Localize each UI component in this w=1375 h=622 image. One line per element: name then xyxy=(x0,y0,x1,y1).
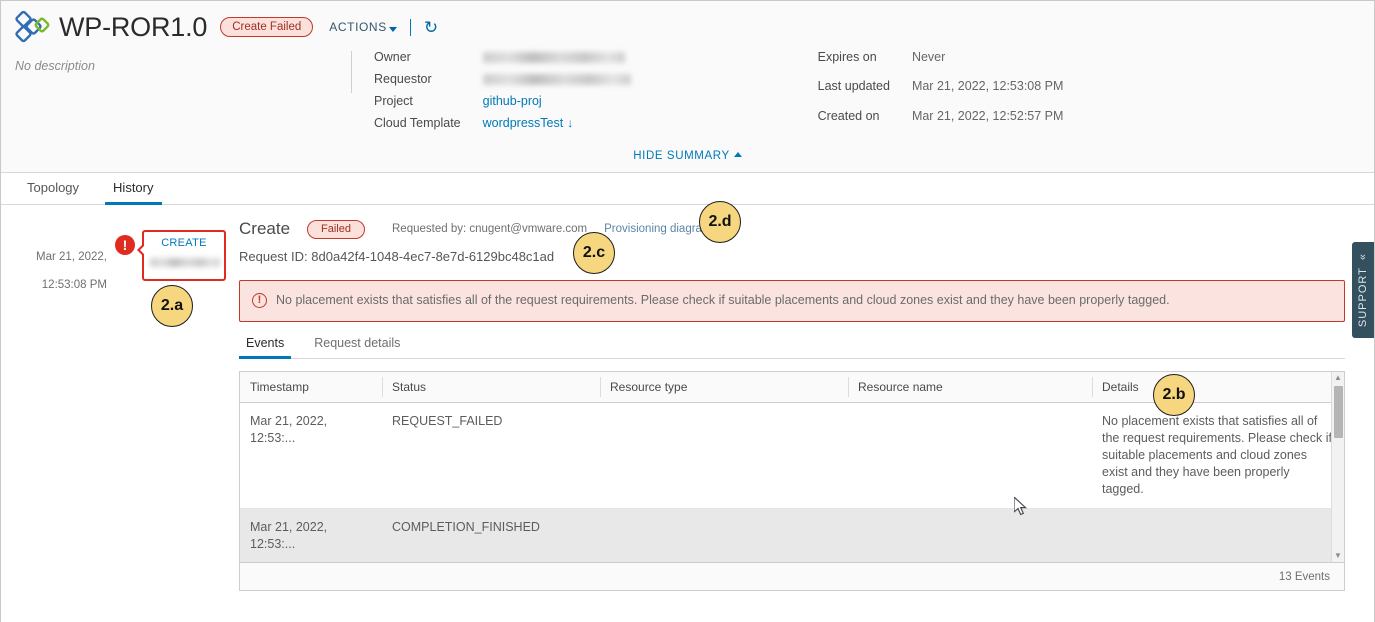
table-row[interactable]: Mar 21, 2022, 12:53:... REQUEST_FAILED N… xyxy=(240,402,1344,509)
meta-key-created-on: Created on xyxy=(817,108,880,123)
cell-timestamp: Mar 21, 2022, 12:53:... xyxy=(240,402,382,509)
request-detail-header: Create Failed Requested by: cnugent@vmwa… xyxy=(239,219,1362,239)
timeline-timestamp: Mar 21, 2022, 12:53:08 PM xyxy=(21,227,107,292)
timeline-entry[interactable]: Mar 21, 2022, 12:53:08 PM ! CREATE xyxy=(1,227,239,292)
request-detail-panel: Create Failed Requested by: cnugent@vmwa… xyxy=(239,205,1374,622)
meta-divider xyxy=(351,51,352,93)
meta-key-project: Project xyxy=(374,94,413,108)
callout-2a: 2.a xyxy=(151,285,193,327)
request-title: Create xyxy=(239,219,291,238)
support-tab[interactable]: SUPPORT « xyxy=(1352,242,1374,338)
timeline-panel: Mar 21, 2022, 12:53:08 PM ! CREATE xyxy=(1,205,239,622)
timeline-timestamp-line1: Mar 21, 2022, xyxy=(36,251,107,263)
meta-key-last-updated: Last updated xyxy=(817,79,890,94)
table-footer: 13 Events xyxy=(240,562,1344,590)
title-row: WP-ROR1.0 Create Failed ACTIONS ↻ xyxy=(1,1,1374,45)
tab-history[interactable]: History xyxy=(105,180,162,205)
chevron-down-icon xyxy=(388,27,397,32)
error-circle-icon: ! xyxy=(252,293,267,308)
description-text: No description xyxy=(15,59,95,73)
meta-value-expires-on: Never xyxy=(911,50,946,64)
callout-2c: 2.c xyxy=(573,232,615,274)
cell-timestamp: Mar 21, 2022, 12:53:... xyxy=(240,508,382,562)
summary-meta: No description Owner Requestor Project g… xyxy=(1,49,1374,131)
main-tab-bar: Topology History xyxy=(1,173,1374,205)
timeline-create-card[interactable]: CREATE xyxy=(137,230,226,281)
tab-request-details[interactable]: Request details xyxy=(307,336,407,359)
cell-details xyxy=(1092,508,1344,562)
cell-status: COMPLETION_FINISHED xyxy=(382,508,600,562)
actions-menu-button[interactable]: ACTIONS xyxy=(329,20,397,34)
scrollbar-thumb[interactable] xyxy=(1333,386,1343,438)
column-header-resource-type[interactable]: Resource type xyxy=(600,372,848,403)
error-alert-text: No placement exists that satisfies all o… xyxy=(276,293,1170,307)
column-header-details[interactable]: Details xyxy=(1092,372,1344,403)
actions-label: ACTIONS xyxy=(329,20,387,34)
meta-key-owner: Owner xyxy=(374,50,411,64)
sub-tab-bar: Events Request details xyxy=(239,335,1345,359)
timeline-timestamp-line2: 12:53:08 PM xyxy=(41,279,107,291)
hide-summary-toggle[interactable]: HIDE SUMMARY xyxy=(1,150,1374,162)
meta-value-owner xyxy=(482,49,631,65)
error-alert-banner: ! No placement exists that satisfies all… xyxy=(239,280,1345,322)
event-count-label: 13 Events xyxy=(1278,570,1330,583)
meta-value-cloud-template[interactable]: wordpressTest ↓ xyxy=(483,115,631,131)
support-label: SUPPORT xyxy=(1357,267,1369,328)
callout-2b: 2.b xyxy=(1153,374,1195,416)
download-icon[interactable]: ↓ xyxy=(567,116,573,130)
column-header-status[interactable]: Status xyxy=(382,372,600,403)
meta-value-last-updated: Mar 21, 2022, 12:53:08 PM xyxy=(911,79,1064,94)
timeline-card-title: CREATE xyxy=(161,237,207,249)
tab-topology[interactable]: Topology xyxy=(19,180,87,205)
request-status-badge: Failed xyxy=(307,219,365,239)
meta-column-right: Expires on Never Last updated Mar 21, 20… xyxy=(818,49,1064,131)
callout-2d: 2.d xyxy=(699,201,741,243)
summary-header: WP-ROR1.0 Create Failed ACTIONS ↻ No des… xyxy=(1,1,1374,173)
chevron-up-icon xyxy=(733,152,742,157)
table-scrollbar[interactable]: ▲ ▼ xyxy=(1331,372,1344,562)
cell-status: REQUEST_FAILED xyxy=(382,402,600,509)
refresh-icon[interactable]: ↻ xyxy=(424,19,438,36)
status-badge: Create Failed xyxy=(220,17,314,37)
error-exclamation-icon: ! xyxy=(115,235,135,255)
double-chevron-left-icon: « xyxy=(1357,252,1369,261)
meta-value-project[interactable]: github-proj xyxy=(483,93,631,109)
request-id-text: Request ID: 8d0a42f4-1048-4ec7-8e7d-6129… xyxy=(239,249,555,264)
meta-value-created-on: Mar 21, 2022, 12:52:57 PM xyxy=(911,108,1064,123)
toolbar-divider xyxy=(409,18,411,36)
timeline-card-subtitle-redacted xyxy=(150,254,220,272)
cell-resource-name xyxy=(848,508,1092,562)
meta-key-requestor: Requestor xyxy=(374,72,432,86)
meta-key-expires-on: Expires on xyxy=(817,50,877,64)
provisioning-diagram-link[interactable]: Provisioning diagram xyxy=(604,223,711,235)
cell-resource-type xyxy=(600,508,848,562)
table-row[interactable]: Mar 21, 2022, 12:53:... COMPLETION_FINIS… xyxy=(240,508,1344,562)
scroll-down-arrow-icon[interactable]: ▼ xyxy=(1334,552,1342,560)
meta-column-left: Owner Requestor Project github-proj Clou… xyxy=(374,49,631,131)
requested-by-text: Requested by: cnugent@vmware.com xyxy=(392,223,588,235)
cell-details: No placement exists that satisfies all o… xyxy=(1092,402,1344,509)
page-title: WP-ROR1.0 xyxy=(59,11,208,42)
cell-resource-name xyxy=(848,402,1092,509)
meta-key-cloud-template: Cloud Template xyxy=(374,116,461,130)
cell-resource-type xyxy=(600,402,848,509)
meta-value-requestor xyxy=(482,71,631,87)
hide-summary-label: HIDE SUMMARY xyxy=(633,150,730,162)
column-header-resource-name[interactable]: Resource name xyxy=(848,372,1092,403)
column-header-timestamp[interactable]: Timestamp xyxy=(240,372,382,403)
vmware-aria-diamond-logo-icon xyxy=(15,10,51,44)
tab-events[interactable]: Events xyxy=(239,336,292,359)
scroll-up-arrow-icon[interactable]: ▲ xyxy=(1334,374,1342,382)
cloud-template-name: wordpressTest xyxy=(482,116,564,130)
